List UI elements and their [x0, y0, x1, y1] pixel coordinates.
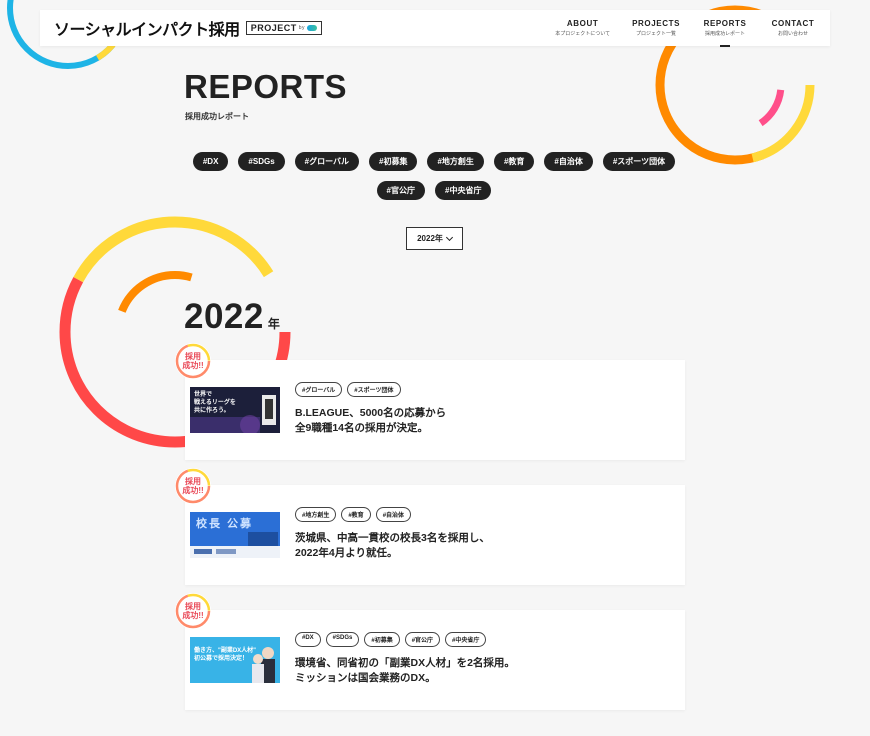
- logo-text: ソーシャルインパクト採用: [54, 22, 240, 39]
- card-tag[interactable]: #DX: [295, 632, 321, 647]
- company-mark-icon: [306, 25, 317, 31]
- report-card[interactable]: 採用 成功!! 世界で 戦えるリーグを 共に作ろう。 #グローバル #スポーツ団…: [175, 343, 685, 460]
- tag-filter-list: #DX #SDGs #グローバル #初募集 #地方創生 #教育 #自治体 #スポ…: [185, 152, 683, 200]
- tag-filter[interactable]: #SDGs: [238, 152, 285, 171]
- badge-line: 採用: [185, 602, 201, 611]
- page-subtitle: 採用成功レポート: [185, 112, 249, 121]
- year-unit: 年: [267, 317, 280, 331]
- env-ministry-thumbnail: 働き方、"副業DX人材" 初公募で採用決定！: [190, 637, 280, 683]
- chevron-down-icon: [445, 233, 453, 241]
- main-nav: ABOUT 本プロジェクトについて PROJECTS プロジェクト一覧 REPO…: [555, 10, 816, 47]
- nav-projects[interactable]: PROJECTS プロジェクト一覧: [632, 10, 680, 46]
- badge-line: 採用: [185, 477, 201, 486]
- success-badge: 採用 成功!!: [175, 468, 211, 504]
- card-tag[interactable]: #自治体: [375, 507, 412, 522]
- thumb-text: 校長 公募: [196, 518, 254, 530]
- card-title: 茨城県、中高一貫校の校長3名を採用し、 2022年4月より就任。: [295, 532, 490, 559]
- card-tag[interactable]: #スポーツ団体: [347, 382, 401, 397]
- tag-filter[interactable]: #中央省庁: [435, 181, 492, 200]
- tag-filter[interactable]: #スポーツ団体: [602, 152, 676, 171]
- ibaraki-thumbnail: 校長 公募: [190, 512, 280, 558]
- card-tag[interactable]: #初募集: [364, 632, 400, 647]
- nav-about[interactable]: ABOUT 本プロジェクトについて: [555, 10, 610, 46]
- tag-filter[interactable]: #DX: [192, 152, 229, 171]
- card-title: B.LEAGUE、5000名の応募から 全9職種14名の採用が決定。: [295, 407, 447, 434]
- success-badge: 採用 成功!!: [175, 343, 211, 379]
- success-badge: 採用 成功!!: [175, 593, 211, 629]
- badge-line: 成功!!: [182, 611, 204, 620]
- nav-reports[interactable]: REPORTS 採用成功レポート: [702, 10, 748, 47]
- tag-filter[interactable]: #教育: [493, 152, 535, 171]
- report-card[interactable]: 採用 成功!! 働き方、"副業DX人材" 初公募で採用決定！ #DX #SDGs…: [175, 593, 685, 710]
- nav-sublabel: お問い合わせ: [777, 31, 808, 37]
- card-title: 環境省、同省初の「副業DX人材」を2名採用。 ミッションは国会業務のDX。: [295, 657, 515, 684]
- year-number: 2022: [184, 297, 264, 336]
- tag-filter[interactable]: #初募集: [369, 152, 418, 171]
- card-tag[interactable]: #グローバル: [295, 382, 343, 397]
- card-tag-list: #地方創生 #教育 #自治体: [295, 507, 412, 522]
- nav-label: CONTACT: [771, 19, 815, 28]
- nav-contact[interactable]: CONTACT お問い合わせ: [770, 10, 816, 46]
- thumb-text: 世界で 戦えるリーグを 共に作ろう。: [194, 392, 236, 414]
- card-tag[interactable]: #SDGs: [325, 632, 360, 647]
- nav-label: REPORTS: [703, 19, 747, 28]
- card-tag[interactable]: #官公庁: [404, 632, 441, 647]
- tag-filter[interactable]: #地方創生: [427, 152, 484, 171]
- report-card[interactable]: 採用 成功!! 校長 公募 #地方創生 #教育 #自治体 茨城県、中高一貫校の校…: [175, 468, 685, 585]
- logo-badge-text: PROJECT: [250, 23, 297, 33]
- badge-line: 採用: [185, 352, 201, 361]
- nav-sublabel: プロジェクト一覧: [636, 31, 677, 37]
- year-heading: 2022 年: [184, 297, 280, 337]
- badge-line: 成功!!: [182, 361, 204, 370]
- card-tag[interactable]: #教育: [341, 507, 371, 522]
- tag-filter[interactable]: #グローバル: [294, 152, 360, 171]
- nav-label: PROJECTS: [632, 19, 680, 28]
- nav-sublabel: 本プロジェクトについて: [555, 31, 611, 37]
- page-title: REPORTS: [184, 68, 348, 105]
- tag-filter[interactable]: #官公庁: [376, 181, 425, 200]
- logo-project-badge: PROJECT by: [245, 21, 322, 35]
- bleague-thumbnail: 世界で 戦えるリーグを 共に作ろう。: [190, 387, 280, 433]
- nav-label: ABOUT: [566, 19, 599, 28]
- tag-filter[interactable]: #自治体: [544, 152, 593, 171]
- year-select[interactable]: 2022年: [406, 227, 463, 250]
- card-tag-list: #グローバル #スポーツ団体: [295, 382, 401, 397]
- card-tag[interactable]: #地方創生: [295, 507, 337, 522]
- nav-sublabel: 採用成功レポート: [704, 31, 745, 37]
- card-tag[interactable]: #中央省庁: [445, 632, 487, 647]
- logo-badge-by: by: [298, 25, 305, 31]
- badge-line: 成功!!: [182, 486, 204, 495]
- card-tag-list: #DX #SDGs #初募集 #官公庁 #中央省庁: [295, 632, 487, 647]
- year-select-value: 2022年: [417, 234, 443, 243]
- site-header: ソーシャルインパクト採用 PROJECT by ABOUT 本プロジェクトについ…: [40, 10, 830, 47]
- thumb-text: 働き方、"副業DX人材" 初公募で採用決定！: [194, 648, 257, 662]
- site-logo[interactable]: ソーシャルインパクト採用 PROJECT by: [54, 16, 322, 40]
